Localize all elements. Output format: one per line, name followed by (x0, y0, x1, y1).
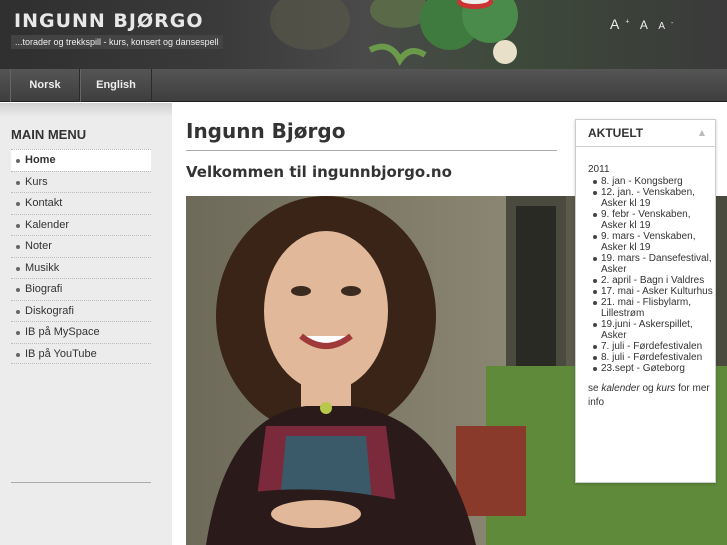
menu-item-kalender[interactable]: Kalender (11, 213, 151, 236)
menu-item-kurs[interactable]: Kurs (11, 170, 151, 193)
event-item: 9. mars - Venskaben, Asker kl 19 (593, 231, 713, 253)
event-item: 19.juni - Askerspillet, Asker (593, 319, 713, 341)
tab-norsk[interactable]: Norsk (10, 69, 80, 102)
menu-item-diskografi[interactable]: Diskografi (11, 299, 151, 322)
menu-item-musikk[interactable]: Musikk (11, 256, 151, 279)
welcome-heading: Velkommen til ingunnbjorgo.no (186, 163, 452, 181)
menu-item-home[interactable]: Home (11, 149, 151, 171)
menu-item-noter[interactable]: Noter (11, 235, 151, 257)
aktuelt-module: AKTUELT ▲ 2011 8. jan - Kongsberg 12. ja… (575, 119, 716, 483)
main-content: Ingunn Bjørgo Velkommen til ingunnbjorgo… (172, 103, 727, 545)
event-item: 21. mai - Flisbylarm, Lillestrøm (593, 297, 713, 319)
event-item: 19. mars - Dansefestival, Asker (593, 253, 712, 275)
font-reset-button[interactable]: A (640, 18, 648, 32)
site-title[interactable]: INGUNN BJØRGO (14, 10, 204, 32)
more-info-note: se kalender og kurs for mer info (588, 383, 710, 408)
kalender-link[interactable]: kalender (601, 383, 639, 394)
event-item: 23.sept - Gøteborg (593, 363, 713, 374)
language-nav: Norsk English (0, 69, 727, 102)
menu-divider (11, 482, 151, 483)
kurs-link[interactable]: kurs (656, 383, 675, 394)
event-item: 8. jan - Kongsberg (593, 176, 713, 187)
frog-banner-image (270, 0, 518, 66)
collapse-toggle-icon[interactable]: ▲ (699, 128, 705, 137)
font-size-controls: A + A A- (610, 16, 679, 34)
event-year: 2011 (588, 164, 610, 175)
left-sidebar: MAIN MENU Home Kurs Kontakt Kalender Not… (0, 103, 172, 545)
menu-item-myspace[interactable]: IB på MySpace (11, 321, 151, 343)
event-item: 17. mai - Asker Kulturhus (593, 286, 713, 297)
event-item: 7. juli - Førdefestivalen (593, 341, 713, 352)
main-menu: Home Kurs Kontakt Kalender Noter Musikk … (11, 149, 151, 364)
main-menu-title: MAIN MENU (11, 127, 87, 142)
menu-item-biografi[interactable]: Biografi (11, 278, 151, 300)
menu-item-kontakt[interactable]: Kontakt (11, 192, 151, 214)
event-item: 12. jan. - Venskaben, Asker kl 19 (593, 187, 713, 209)
menu-item-youtube[interactable]: IB på YouTube (11, 342, 151, 364)
font-increase-button[interactable]: A + (610, 16, 629, 32)
page-title: Ingunn Bjørgo (186, 119, 557, 151)
aktuelt-title: AKTUELT (588, 126, 644, 140)
event-item: 9. febr - Venskaben, Asker kl 19 (593, 209, 713, 231)
tab-english[interactable]: English (80, 69, 152, 102)
event-item: 2. april - Bagn i Valdres (593, 275, 713, 286)
event-list: 8. jan - Kongsberg 12. jan. - Venskaben,… (588, 176, 713, 374)
site-slogan: ...torader og trekkspill - kurs, konsert… (11, 35, 223, 49)
aktuelt-body: 2011 8. jan - Kongsberg 12. jan. - Vensk… (588, 164, 713, 410)
font-decrease-button[interactable]: A- (658, 20, 673, 32)
site-header: INGUNN BJØRGO ...torader og trekkspill -… (0, 0, 727, 69)
aktuelt-header: AKTUELT ▲ (576, 120, 715, 147)
event-item: 8. juli - Førdefestivalen (593, 352, 713, 363)
